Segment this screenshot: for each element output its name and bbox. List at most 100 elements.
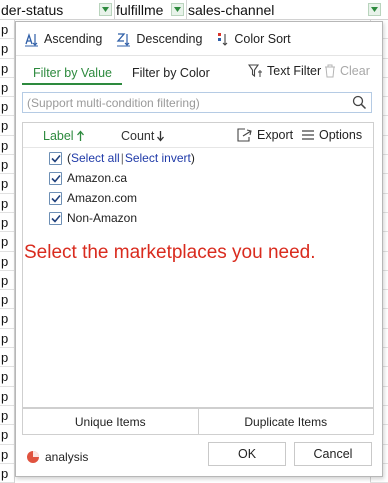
cell[interactable]: p (0, 348, 14, 368)
sort-by-label-button[interactable]: Label (43, 129, 85, 143)
label-column-title: Label (43, 129, 74, 143)
cell[interactable]: p (0, 387, 14, 406)
value-list: Label Count Export Options (Select all … (22, 122, 374, 408)
options-button[interactable]: Options (301, 128, 362, 142)
column-filter-button[interactable] (171, 3, 184, 16)
item-checkbox[interactable] (49, 211, 62, 225)
cell[interactable]: p (0, 59, 14, 78)
filter-search-box[interactable] (22, 92, 372, 113)
item-label: Amazon.com (67, 191, 138, 205)
cell[interactable]: p (0, 309, 14, 329)
duplicate-items-button[interactable]: Duplicate Items (197, 409, 373, 434)
color-sort-icon (218, 32, 228, 46)
cell[interactable]: p (0, 252, 14, 271)
dropdown-arrow-icon (102, 7, 109, 12)
dropdown-arrow-icon (371, 7, 378, 12)
count-column-title: Count (121, 129, 155, 143)
column-filter-button-active[interactable] (368, 3, 381, 16)
filter-search-input[interactable] (27, 95, 347, 110)
sort-ascending-button[interactable]: Ascending (24, 31, 102, 47)
column-header-order-status[interactable]: der-status (0, 0, 115, 20)
tab-filter-by-color[interactable]: Filter by Color (132, 66, 210, 80)
item-mode-buttons: Unique Items Duplicate Items (22, 408, 374, 435)
cell[interactable]: p (0, 39, 14, 59)
list-item[interactable]: Amazon.ca (49, 169, 127, 187)
ok-button[interactable]: OK (208, 442, 286, 466)
cell[interactable]: p (0, 232, 14, 252)
column-header-fulfillment[interactable]: fulfillme (115, 0, 187, 20)
text-filter-button[interactable]: Text Filter (248, 64, 321, 78)
sort-ascending-icon (25, 32, 38, 46)
instruction-annotation: Select the marketplaces you need. (24, 242, 316, 263)
check-icon (50, 214, 61, 223)
search-icon[interactable] (352, 95, 367, 110)
analysis-button[interactable]: analysis (26, 450, 88, 464)
sort-by-count-button[interactable]: Count (121, 129, 165, 143)
tab-filter-by-value[interactable]: Filter by Value (33, 66, 112, 80)
paren-close: ) (190, 151, 195, 165)
pie-chart-icon (27, 451, 39, 463)
cell[interactable]: p (0, 155, 14, 175)
sort-descending-label: Descending (136, 31, 203, 46)
cell[interactable]: p (0, 78, 14, 98)
separator: | (120, 151, 124, 165)
dropdown-arrow-icon (174, 7, 181, 12)
unique-items-button[interactable]: Unique Items (23, 409, 198, 434)
list-item[interactable]: Amazon.com (49, 189, 137, 207)
check-icon (50, 154, 61, 163)
item-label: Non-Amazon (67, 211, 138, 225)
filter-tabs: Filter by Value Filter by Color Text Fil… (16, 56, 382, 86)
list-item[interactable]: Non-Amazon (49, 209, 137, 227)
export-icon (237, 128, 252, 142)
column-header-sales-channel[interactable]: sales-channel (187, 0, 388, 20)
funnel-icon (248, 64, 262, 78)
cell[interactable]: p (0, 97, 14, 117)
arrow-up-icon (76, 130, 84, 141)
options-label: Options (319, 128, 363, 142)
select-all-link[interactable]: Select all (71, 151, 120, 165)
arrow-down-icon (157, 131, 165, 142)
cell[interactable]: p (0, 367, 14, 387)
export-button[interactable]: Export (237, 128, 293, 142)
select-all-item: ( Select all | Select invert ) (49, 149, 195, 167)
cell[interactable]: p (0, 271, 14, 291)
trash-icon (325, 64, 335, 78)
sort-descending-icon (116, 32, 131, 46)
select-invert-link[interactable]: Select invert (125, 151, 191, 165)
filter-popup: Ascending Descending Color Sort Filter b… (15, 21, 383, 477)
column-header-label: der-status (1, 2, 64, 18)
active-tab-indicator (22, 83, 122, 85)
cell[interactable]: p (0, 174, 14, 194)
clear-label: Clear (340, 64, 370, 78)
cell[interactable]: p (0, 213, 14, 233)
column-header-label: fulfillme (116, 2, 164, 18)
clear-button[interactable]: Clear (324, 64, 370, 78)
select-all-checkbox[interactable] (49, 151, 62, 165)
text-filter-label: Text Filter (267, 64, 322, 78)
cell[interactable]: p (0, 406, 14, 426)
cancel-button[interactable]: Cancel (294, 442, 372, 466)
sort-toolbar: Ascending Descending Color Sort (16, 22, 382, 56)
value-list-header: Label Count Export Options (23, 123, 373, 148)
check-icon (50, 174, 61, 183)
cell[interactable]: p (0, 20, 14, 40)
cell[interactable]: p (0, 116, 14, 136)
cell[interactable]: p (0, 425, 14, 445)
sheet-left-column: p p p p p p p p p p p p p p p p p p p p … (0, 20, 14, 483)
analysis-label: analysis (45, 450, 89, 464)
cell[interactable]: p (0, 136, 14, 156)
export-label: Export (257, 128, 294, 142)
column-filter-button[interactable] (99, 3, 112, 16)
menu-icon (302, 130, 314, 140)
cell[interactable]: p (0, 290, 14, 310)
cell[interactable]: p (0, 329, 14, 349)
cell[interactable]: p (0, 194, 14, 213)
cell[interactable]: p (0, 445, 14, 464)
color-sort-button[interactable]: Color Sort (216, 31, 291, 47)
cell[interactable]: p (0, 464, 14, 483)
column-header-label: sales-channel (188, 2, 275, 18)
item-checkbox[interactable] (49, 191, 62, 205)
item-checkbox[interactable] (49, 171, 62, 185)
check-icon (50, 194, 61, 203)
sort-descending-button[interactable]: Descending (116, 31, 202, 47)
